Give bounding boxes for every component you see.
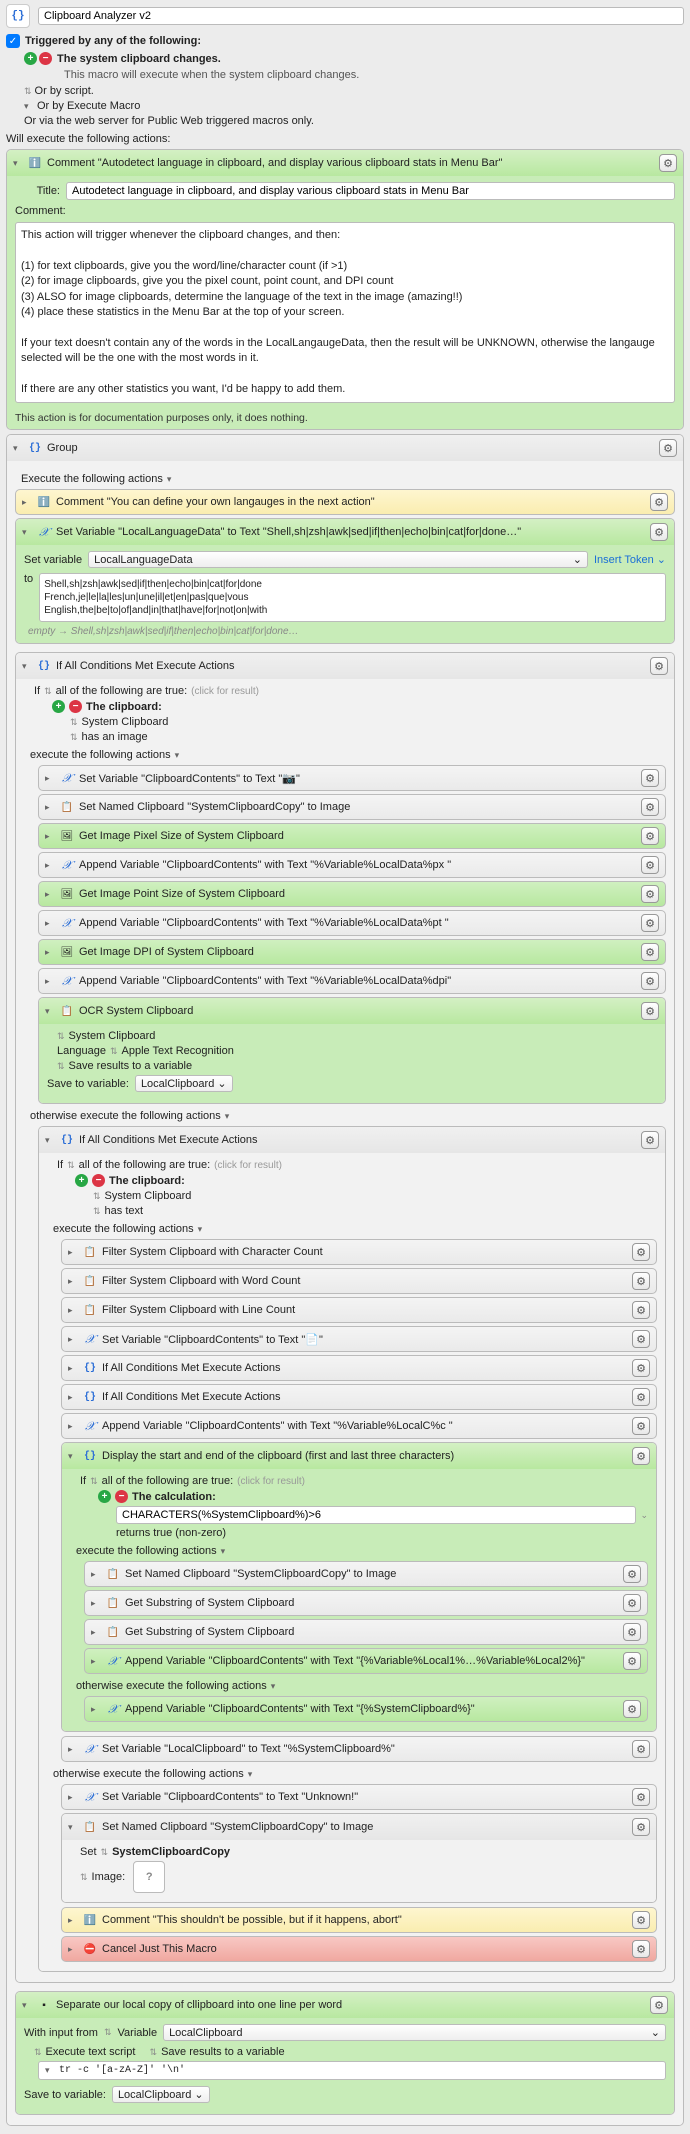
insert-token-button[interactable]: Insert Token ⌄ xyxy=(594,553,666,566)
image-well[interactable]: ? xyxy=(133,1861,165,1893)
save-variable-select-2[interactable]: LocalClipboard⌄ xyxy=(112,2086,210,2103)
info-icon: ℹ️ xyxy=(37,495,51,509)
variable-name-select[interactable]: LocalLanguageData⌄ xyxy=(88,551,588,568)
enabled-checkbox[interactable]: ✓ xyxy=(6,34,20,48)
action-row[interactable]: ▸𝒳Set Variable "ClipboardContents" to Te… xyxy=(38,765,666,791)
comment-title-input[interactable] xyxy=(66,182,675,200)
save-variable-select[interactable]: LocalClipboard⌄ xyxy=(135,1075,233,1092)
add-condition-button[interactable]: + xyxy=(52,700,65,713)
trigger-header: Triggered by any of the following: xyxy=(25,35,201,47)
doc-note: This action is for documentation purpose… xyxy=(7,409,683,429)
action-row[interactable]: ▸🖼Get Image Point Size of System Clipboa… xyxy=(38,881,666,907)
will-execute-label: Will execute the following actions: xyxy=(6,133,684,145)
clipboard-icon: 📋 xyxy=(60,800,74,814)
image-icon: 🖼 xyxy=(60,829,74,843)
info-icon: ℹ️ xyxy=(28,156,42,170)
trigger-desc: This macro will execute when the system … xyxy=(64,69,684,81)
if-conditions-action-2: ▾ {} If All Conditions Met Execute Actio… xyxy=(38,1126,666,1972)
action-row[interactable]: ▸📋Set Named Clipboard "SystemClipboardCo… xyxy=(38,794,666,820)
clipboard-icon: 📋 xyxy=(60,1004,74,1018)
cancel-icon: ⛔ xyxy=(83,1942,97,1956)
trigger-header-row: ✓ Triggered by any of the following: xyxy=(6,34,684,48)
empty-hint: empty → Shell,sh|zsh|awk|sed|if|then|ech… xyxy=(28,626,666,637)
macro-icon: {} xyxy=(6,4,30,28)
action-row[interactable]: ▸𝒳Append Variable "ClipboardContents" wi… xyxy=(38,852,666,878)
separate-action: ▾ ▪ Separate our local copy of cllipboar… xyxy=(15,1991,675,2115)
macro-name-input[interactable] xyxy=(38,7,684,25)
input-variable-select[interactable]: LocalClipboard⌄ xyxy=(163,2024,666,2041)
set-named-clipboard-action: ▾ 📋 Set Named Clipboard "SystemClipboard… xyxy=(61,1813,657,1903)
remove-condition-button[interactable]: − xyxy=(69,700,82,713)
chevron-down-icon[interactable]: ▾ xyxy=(13,158,23,169)
variable-value-textarea[interactable]: Shell,sh|zsh|awk|sed|if|then|echo|bin|ca… xyxy=(39,573,666,622)
calc-input[interactable] xyxy=(116,1506,636,1524)
chevron-right-icon[interactable]: ▸ xyxy=(22,497,32,508)
display-start-end-action: ▾ {} Display the start and end of the cl… xyxy=(61,1442,657,1732)
chevron-down-icon[interactable]: ▾ xyxy=(24,101,34,112)
variable-icon: 𝒳 xyxy=(37,525,51,539)
chevron-down-icon[interactable]: ▾ xyxy=(22,661,32,672)
group-icon: {} xyxy=(28,441,42,455)
set-variable-action: ▾ 𝒳 Set Variable "LocalLanguageData" to … xyxy=(15,518,675,644)
gear-button[interactable]: ⚙ xyxy=(659,439,677,457)
action-row[interactable]: ▸🖼Get Image DPI of System Clipboard⚙ xyxy=(38,939,666,965)
action-row[interactable]: ▸𝒳Append Variable "ClipboardContents" wi… xyxy=(38,968,666,994)
if-icon: {} xyxy=(37,659,51,673)
chevron-down-icon[interactable]: ▾ xyxy=(22,527,32,538)
or-web: Or via the web server for Public Web tri… xyxy=(24,115,314,127)
or-script: Or by script. xyxy=(35,85,94,97)
updown-icon[interactable]: ⇅ xyxy=(24,86,32,97)
chevron-down-icon[interactable]: ▾ xyxy=(13,443,23,454)
macro-title-bar: {} xyxy=(6,4,684,28)
trigger-line: The system clipboard changes. xyxy=(57,53,221,65)
add-trigger-button[interactable]: + xyxy=(24,52,37,65)
action-row[interactable]: ▸🖼Get Image Pixel Size of System Clipboa… xyxy=(38,823,666,849)
comment-action-2[interactable]: ▸ ℹ️ Comment "You can define your own la… xyxy=(15,489,675,515)
updown-icon[interactable]: ⇅ xyxy=(44,686,52,697)
script-text-row: ▾ tr -c '[a-zA-Z]' '\n' xyxy=(38,2061,666,2080)
group-action: ▾ {} Group ⚙ Execute the following actio… xyxy=(6,434,684,2126)
remove-trigger-button[interactable]: − xyxy=(39,52,52,65)
gear-button[interactable]: ⚙ xyxy=(650,657,668,675)
ocr-action: ▾ 📋 OCR System Clipboard ⚙ ⇅System Clipb… xyxy=(38,997,666,1104)
gear-button[interactable]: ⚙ xyxy=(650,493,668,511)
chevron-down-icon[interactable]: ▾ xyxy=(167,474,177,485)
comment-body-textarea[interactable]: This action will trigger whenever the cl… xyxy=(15,222,675,403)
gear-button[interactable]: ⚙ xyxy=(650,523,668,541)
or-exec-macro: Or by Execute Macro xyxy=(37,100,140,112)
action-row[interactable]: ▸𝒳Append Variable "ClipboardContents" wi… xyxy=(38,910,666,936)
comment-action-1: ▾ ℹ️ Comment "Autodetect language in cli… xyxy=(6,149,684,430)
terminal-icon: ▪ xyxy=(37,1998,51,2012)
gear-button[interactable]: ⚙ xyxy=(659,154,677,172)
if-conditions-action: ▾ {} If All Conditions Met Execute Actio… xyxy=(15,652,675,1983)
